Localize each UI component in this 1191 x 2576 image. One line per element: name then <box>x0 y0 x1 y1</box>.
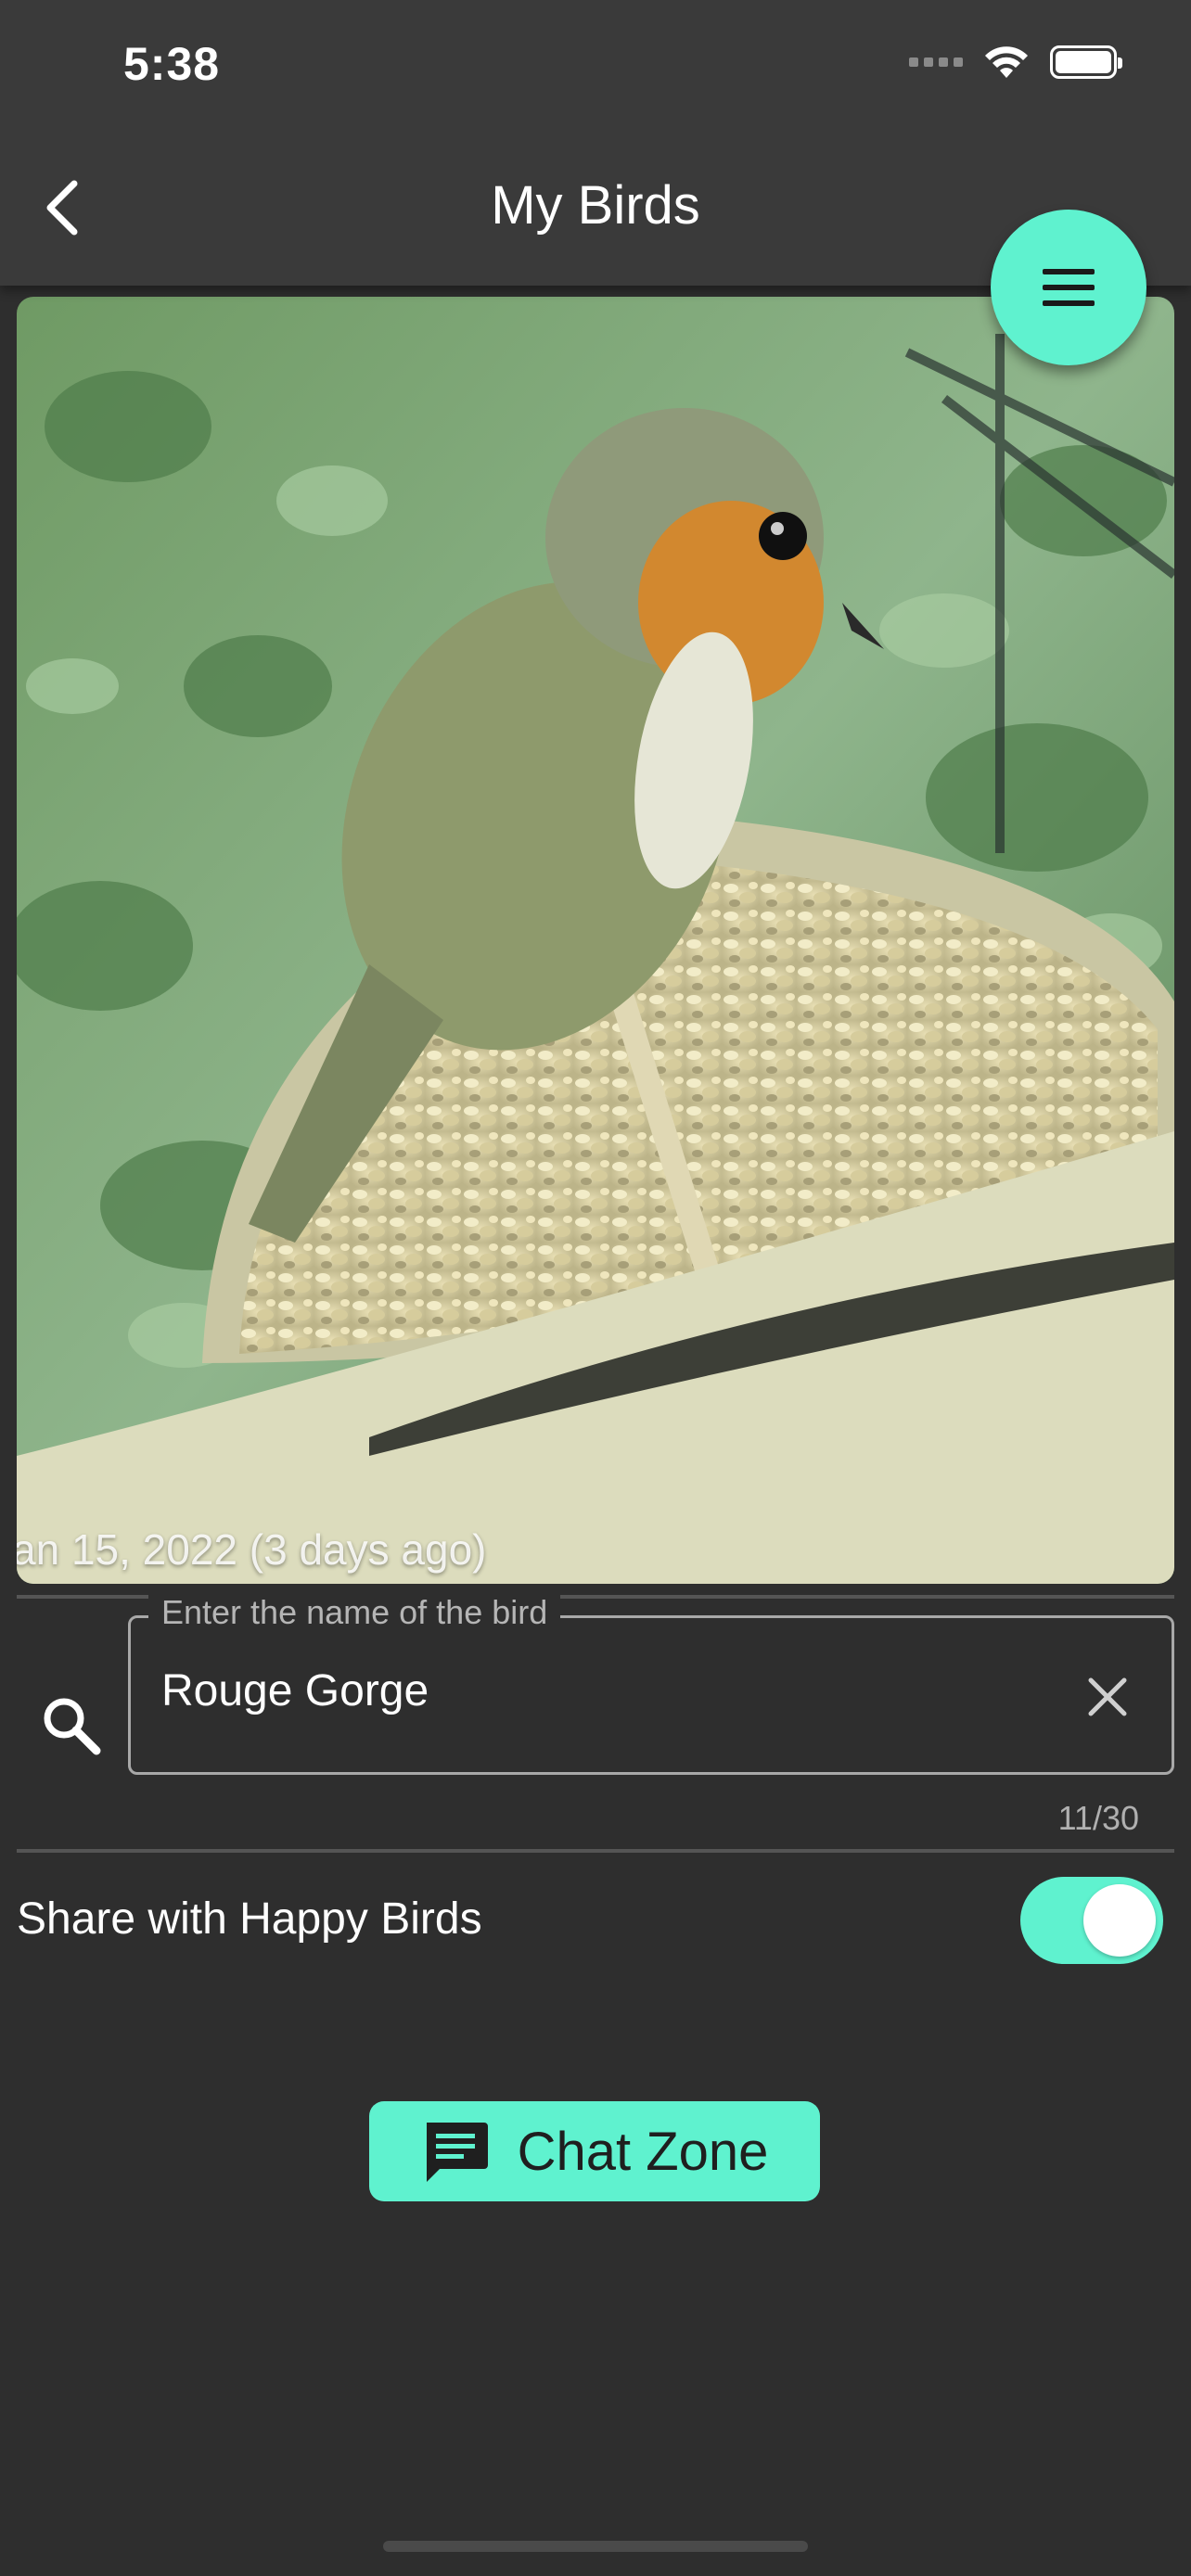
hamburger-menu-icon <box>1043 269 1095 306</box>
bird-photo[interactable]: Jan 15, 2022 (3 days ago) <box>17 297 1174 1584</box>
divider <box>17 1849 1174 1853</box>
wifi-icon <box>985 46 1028 78</box>
cellular-signal-icon <box>909 57 963 67</box>
search-icon <box>44 1698 101 1755</box>
battery-icon <box>1050 45 1122 79</box>
chat-zone-button[interactable]: Chat Zone <box>369 2101 820 2201</box>
photo-date-caption: Jan 15, 2022 (3 days ago) <box>17 1525 487 1574</box>
character-counter: 11/30 <box>1057 1799 1139 1837</box>
status-time: 5:38 <box>123 38 221 90</box>
menu-button[interactable] <box>991 210 1146 365</box>
bird-name-label: Enter the name of the bird <box>148 1593 561 1632</box>
home-indicator[interactable] <box>383 2541 808 2552</box>
chat-zone-label: Chat Zone <box>517 2121 769 2182</box>
chat-bubble-icon <box>426 2123 488 2182</box>
close-icon[interactable] <box>1080 1669 1135 1725</box>
bird-name-input[interactable] <box>161 1665 996 1716</box>
share-label: Share with Happy Birds <box>17 1894 482 1944</box>
status-icons <box>909 45 1122 80</box>
page-title: My Birds <box>491 175 700 236</box>
share-toggle[interactable] <box>1020 1877 1163 1964</box>
bird-photo-image <box>17 297 1174 1584</box>
toggle-knob <box>1083 1884 1156 1957</box>
